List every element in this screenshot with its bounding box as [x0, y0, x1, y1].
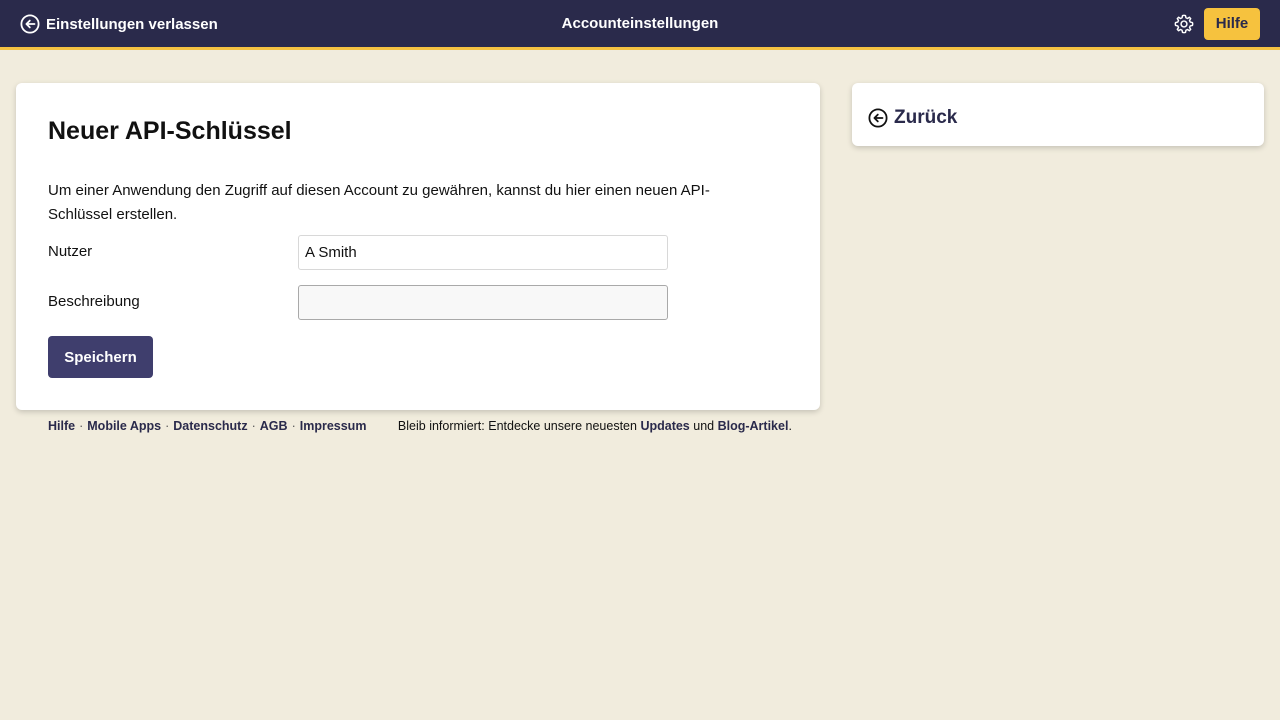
footer-link-terms[interactable]: AGB — [260, 419, 288, 433]
gear-icon[interactable] — [1173, 13, 1195, 35]
news-prefix: Bleib informiert: Entdecke unsere neuest… — [397, 419, 637, 433]
help-button[interactable]: Hilfe — [1204, 8, 1260, 40]
news-and: und — [693, 419, 715, 433]
footer-news-text: Bleib informiert: Entdecke unsere neuest… — [398, 419, 792, 433]
intro-text: Um einer Anwendung den Zugriff auf diese… — [48, 182, 710, 223]
footer-link-imprint[interactable]: Impressum — [300, 419, 367, 433]
save-button[interactable]: Speichern — [48, 336, 153, 378]
footer-link-mobile-apps[interactable]: Mobile Apps — [87, 419, 161, 433]
page-header-title: Accounteinstellungen — [561, 15, 719, 32]
footer-link-help[interactable]: Hilfe — [48, 419, 75, 433]
user-label: Nutzer — [48, 243, 93, 260]
news-suffix: . — [788, 419, 792, 433]
description-label: Beschreibung — [48, 293, 140, 310]
back-link[interactable]: Zurück — [868, 107, 957, 129]
back-label: Zurück — [894, 107, 958, 128]
page-title: Neuer API-Schlüssel — [48, 117, 292, 145]
description-field[interactable] — [298, 285, 668, 320]
footer-link-updates[interactable]: Updates — [640, 419, 689, 433]
footer: Hilfe · Mobile Apps · Datenschutz · AGB · Impres… — [48, 419, 792, 433]
top-bar: Einstellungen verlassen Accounteinstellu… — [0, 0, 1280, 50]
side-navigation-card: Zurück — [852, 83, 1264, 146]
arrow-left-circle-icon — [868, 108, 888, 128]
new-api-key-card: Neuer API-Schlüssel Um einer Anwendung d… — [16, 83, 820, 410]
user-field[interactable] — [298, 235, 668, 270]
footer-link-privacy[interactable]: Datenschutz — [173, 419, 247, 433]
footer-link-blog[interactable]: Blog-Artikel — [718, 419, 789, 433]
